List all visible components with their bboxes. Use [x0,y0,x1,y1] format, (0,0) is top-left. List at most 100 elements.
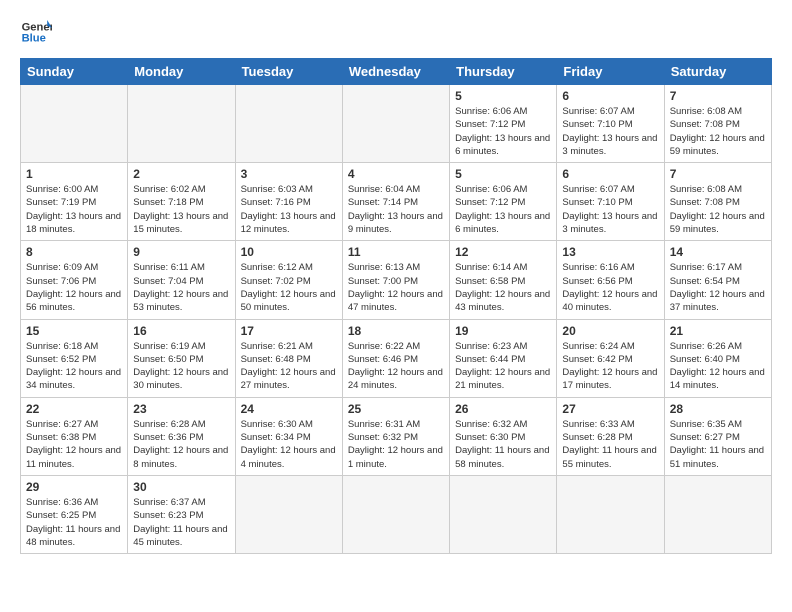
day-number: 4 [348,167,444,181]
day-info: Sunrise: 6:18 AMSunset: 6:52 PMDaylight:… [26,340,122,393]
calendar-cell [235,85,342,163]
calendar-cell: 13Sunrise: 6:16 AMSunset: 6:56 PMDayligh… [557,241,664,319]
calendar-cell: 6Sunrise: 6:07 AMSunset: 7:10 PMDaylight… [557,85,664,163]
day-number: 23 [133,402,229,416]
day-info: Sunrise: 6:07 AMSunset: 7:10 PMDaylight:… [562,183,658,236]
day-info: Sunrise: 6:09 AMSunset: 7:06 PMDaylight:… [26,261,122,314]
day-number: 1 [26,167,122,181]
weekday-header-thursday: Thursday [450,59,557,85]
day-info: Sunrise: 6:27 AMSunset: 6:38 PMDaylight:… [26,418,122,471]
day-number: 15 [26,324,122,338]
calendar-cell: 11 Sunrise: 6:13 AMSunset: 7:00 PMDayligh… [342,241,449,319]
day-info: Sunrise: 6:06 AMSunset: 7:12 PMDaylight:… [455,105,551,158]
calendar-cell: 15 Sunrise: 6:18 AMSunset: 6:52 PMDayligh… [21,319,128,397]
calendar-cell: 17Sunrise: 6:21 AMSunset: 6:48 PMDayligh… [235,319,342,397]
day-number: 21 [670,324,766,338]
day-info: Sunrise: 6:06 AMSunset: 7:12 PMDaylight:… [455,183,551,236]
day-number: 16 [133,324,229,338]
day-info: Sunrise: 6:13 AMSunset: 7:00 PMDaylight:… [348,261,444,314]
weekday-header-tuesday: Tuesday [235,59,342,85]
day-info: Sunrise: 6:12 AMSunset: 7:02 PMDaylight:… [241,261,337,314]
day-number: 5 [455,89,551,103]
calendar-cell [342,475,449,553]
day-info: Sunrise: 6:08 AMSunset: 7:08 PMDaylight:… [670,183,766,236]
day-number: 3 [241,167,337,181]
day-info: Sunrise: 6:36 AMSunset: 6:25 PMDaylight:… [26,496,122,549]
calendar-cell: 7 Sunrise: 6:08 AMSunset: 7:08 PMDaylight… [664,85,771,163]
day-number: 28 [670,402,766,416]
day-info: Sunrise: 6:23 AMSunset: 6:44 PMDaylight:… [455,340,551,393]
calendar-cell [235,475,342,553]
page: General Blue SundayMondayTuesdayWednesda… [0,0,792,612]
day-number: 27 [562,402,658,416]
calendar-cell: 5 Sunrise: 6:06 AMSunset: 7:12 PMDaylight… [450,85,557,163]
calendar-cell: 1 Sunrise: 6:00 AMSunset: 7:19 PMDaylight… [21,163,128,241]
day-info: Sunrise: 6:26 AMSunset: 6:40 PMDaylight:… [670,340,766,393]
weekday-header-sunday: Sunday [21,59,128,85]
day-number: 12 [455,245,551,259]
day-number: 30 [133,480,229,494]
calendar-cell: 29 Sunrise: 6:36 AMSunset: 6:25 PMDayligh… [21,475,128,553]
day-info: Sunrise: 6:37 AMSunset: 6:23 PMDaylight:… [133,496,229,549]
day-info: Sunrise: 6:31 AMSunset: 6:32 PMDaylight:… [348,418,444,471]
day-info: Sunrise: 6:16 AMSunset: 6:56 PMDaylight:… [562,261,658,314]
day-number: 7 [670,89,766,103]
calendar-cell: 26 Sunrise: 6:32 AMSunset: 6:30 PMDayligh… [450,397,557,475]
calendar: SundayMondayTuesdayWednesdayThursdayFrid… [20,58,772,554]
logo-icon: General Blue [20,16,52,48]
day-info: Sunrise: 6:14 AMSunset: 6:58 PMDaylight:… [455,261,551,314]
calendar-cell [664,475,771,553]
day-info: Sunrise: 6:21 AMSunset: 6:48 PMDaylight:… [241,340,337,393]
day-info: Sunrise: 6:04 AMSunset: 7:14 PMDaylight:… [348,183,444,236]
day-info: Sunrise: 6:02 AMSunset: 7:18 PMDaylight:… [133,183,229,236]
calendar-cell: 8Sunrise: 6:09 AMSunset: 7:06 PMDaylight… [21,241,128,319]
day-info: Sunrise: 6:19 AMSunset: 6:50 PMDaylight:… [133,340,229,393]
calendar-cell: 5Sunrise: 6:06 AMSunset: 7:12 PMDaylight… [450,163,557,241]
calendar-cell: 18Sunrise: 6:22 AMSunset: 6:46 PMDayligh… [342,319,449,397]
logo: General Blue [20,16,52,48]
day-info: Sunrise: 6:33 AMSunset: 6:28 PMDaylight:… [562,418,658,471]
weekday-header-saturday: Saturday [664,59,771,85]
calendar-cell: 25 Sunrise: 6:31 AMSunset: 6:32 PMDayligh… [342,397,449,475]
calendar-cell: 10Sunrise: 6:12 AMSunset: 7:02 PMDayligh… [235,241,342,319]
day-info: Sunrise: 6:35 AMSunset: 6:27 PMDaylight:… [670,418,766,471]
day-number: 14 [670,245,766,259]
day-info: Sunrise: 6:30 AMSunset: 6:34 PMDaylight:… [241,418,337,471]
calendar-cell: 12 Sunrise: 6:14 AMSunset: 6:58 PMDayligh… [450,241,557,319]
header: General Blue [20,16,772,48]
day-number: 26 [455,402,551,416]
day-info: Sunrise: 6:32 AMSunset: 6:30 PMDaylight:… [455,418,551,471]
weekday-header-monday: Monday [128,59,235,85]
calendar-cell [128,85,235,163]
calendar-cell: 6Sunrise: 6:07 AMSunset: 7:10 PMDaylight… [557,163,664,241]
day-number: 7 [670,167,766,181]
calendar-cell: 3 Sunrise: 6:03 AMSunset: 7:16 PMDaylight… [235,163,342,241]
calendar-cell [21,85,128,163]
day-info: Sunrise: 6:03 AMSunset: 7:16 PMDaylight:… [241,183,337,236]
day-number: 19 [455,324,551,338]
calendar-cell: 7 Sunrise: 6:08 AMSunset: 7:08 PMDaylight… [664,163,771,241]
calendar-cell [450,475,557,553]
day-info: Sunrise: 6:00 AMSunset: 7:19 PMDaylight:… [26,183,122,236]
calendar-cell: 16 Sunrise: 6:19 AMSunset: 6:50 PMDayligh… [128,319,235,397]
day-number: 22 [26,402,122,416]
calendar-cell: 4 Sunrise: 6:04 AMSunset: 7:14 PMDaylight… [342,163,449,241]
calendar-cell: 2 Sunrise: 6:02 AMSunset: 7:18 PMDaylight… [128,163,235,241]
day-number: 25 [348,402,444,416]
day-info: Sunrise: 6:08 AMSunset: 7:08 PMDaylight:… [670,105,766,158]
day-number: 2 [133,167,229,181]
weekday-header-friday: Friday [557,59,664,85]
calendar-cell: 21 Sunrise: 6:26 AMSunset: 6:40 PMDayligh… [664,319,771,397]
svg-text:Blue: Blue [22,33,46,45]
day-number: 11 [348,245,444,259]
day-info: Sunrise: 6:07 AMSunset: 7:10 PMDaylight:… [562,105,658,158]
day-info: Sunrise: 6:24 AMSunset: 6:42 PMDaylight:… [562,340,658,393]
day-number: 24 [241,402,337,416]
day-info: Sunrise: 6:22 AMSunset: 6:46 PMDaylight:… [348,340,444,393]
calendar-cell: 23Sunrise: 6:28 AMSunset: 6:36 PMDayligh… [128,397,235,475]
day-info: Sunrise: 6:17 AMSunset: 6:54 PMDaylight:… [670,261,766,314]
calendar-cell [557,475,664,553]
day-number: 29 [26,480,122,494]
calendar-cell: 20Sunrise: 6:24 AMSunset: 6:42 PMDayligh… [557,319,664,397]
calendar-cell: 22 Sunrise: 6:27 AMSunset: 6:38 PMDayligh… [21,397,128,475]
